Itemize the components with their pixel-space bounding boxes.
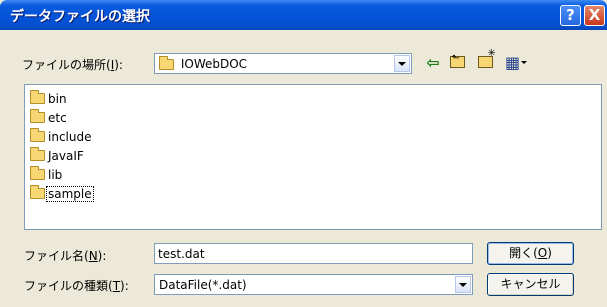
filename-label: ファイル名(N): (24, 247, 106, 264)
list-item-etc[interactable]: etc (30, 109, 68, 126)
folder-icon (30, 128, 45, 142)
filetype-dropdown[interactable]: DataFile(*.dat) (154, 274, 473, 295)
back-arrow-icon: ⇦ (426, 52, 440, 72)
open-button[interactable]: 開く(O) (487, 242, 574, 265)
new-folder-icon: ✳ (477, 48, 496, 68)
list-item-label: JavaIF (48, 148, 84, 163)
up-folder-button[interactable]: ⬑ (448, 53, 466, 71)
list-item-label: include (48, 129, 92, 144)
look-in-value-wrap: IOWebDOC (159, 56, 248, 71)
list-item-bin[interactable]: bin (30, 90, 68, 107)
chevron-down-icon[interactable] (455, 276, 471, 293)
new-folder-button[interactable]: ✳ (474, 48, 496, 71)
sparkle-glyph: ✳ (487, 48, 496, 59)
up-arrow-glyph: ⬑ (451, 53, 460, 64)
back-button[interactable]: ⇦ (424, 52, 442, 72)
close-icon: X (588, 6, 601, 24)
folder-icon (30, 90, 45, 104)
filename-input[interactable]: test.dat (154, 243, 473, 264)
list-item-javaif[interactable]: JavaIF (30, 147, 85, 164)
chevron-down-icon[interactable] (394, 55, 410, 72)
list-item-include[interactable]: include (30, 128, 92, 145)
filename-label-key: N (88, 249, 98, 263)
look-in-label: ファイルの場所(I): (22, 56, 123, 73)
look-in-label-suffix: ): (114, 58, 123, 72)
folder-icon (30, 147, 45, 161)
folder-icon (30, 185, 45, 199)
window-title: データファイルの選択 (10, 9, 150, 25)
view-menu-button[interactable]: ▦ (502, 52, 530, 72)
filename-label-prefix: ファイル名( (24, 249, 89, 263)
folder-icon (30, 109, 45, 123)
close-button[interactable]: X (584, 5, 605, 26)
file-list[interactable]: bin etc include JavaIF lib sample (24, 84, 602, 230)
filename-value: test.dat (158, 247, 205, 261)
open-label-suffix: ) (547, 246, 552, 260)
filetype-label-prefix: ファイルの種類( (24, 279, 113, 293)
help-button[interactable]: ? (560, 5, 581, 26)
look-in-dropdown[interactable]: IOWebDOC (154, 53, 412, 74)
list-item-label: sample (46, 185, 94, 202)
filetype-label-suffix: ): (120, 279, 129, 293)
look-in-label-prefix: ファイルの場所( (22, 58, 111, 72)
help-icon: ? (566, 6, 575, 24)
up-folder-icon: ⬑ (449, 53, 465, 68)
list-item-label: etc (48, 110, 67, 125)
cancel-label: キャンセル (500, 277, 561, 291)
cancel-button[interactable]: キャンセル (487, 273, 574, 296)
list-item-lib[interactable]: lib (30, 166, 63, 183)
filename-label-suffix: ): (97, 249, 107, 263)
filetype-label: ファイルの種類(T): (24, 277, 129, 294)
view-menu-chevron-icon (521, 60, 528, 64)
look-in-value: IOWebDOC (180, 57, 248, 71)
view-menu-icon: ▦ (504, 52, 521, 72)
folder-icon (159, 56, 174, 70)
folder-icon (30, 166, 45, 180)
list-item-label: lib (48, 167, 63, 182)
filetype-label-key: T (112, 279, 121, 293)
open-label-prefix: 開く( (509, 246, 538, 260)
filetype-value: DataFile(*.dat) (159, 278, 247, 292)
open-label-key: O (537, 246, 548, 260)
title-bar[interactable]: データファイルの選択 ? X (0, 0, 607, 30)
list-item-sample[interactable]: sample (30, 185, 94, 202)
list-item-label: bin (48, 91, 67, 106)
